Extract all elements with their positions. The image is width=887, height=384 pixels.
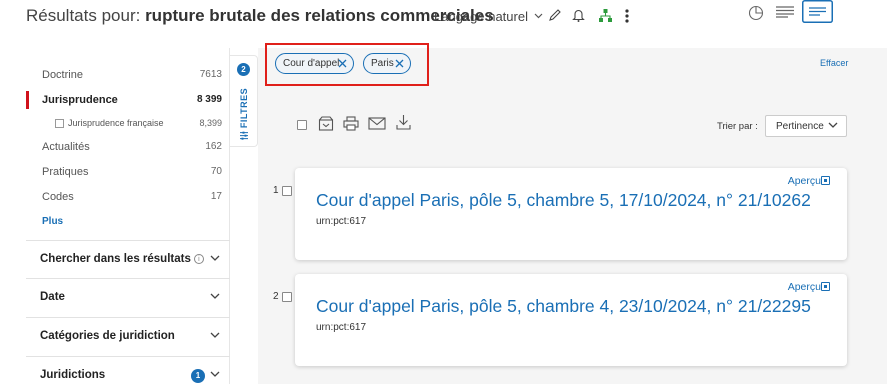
list-view-icon[interactable] bbox=[775, 6, 795, 18]
category-count: 162 bbox=[205, 141, 222, 152]
category-codes[interactable]: Codes 17 bbox=[26, 185, 230, 210]
category-label: Doctrine bbox=[42, 69, 83, 81]
select-all-checkbox[interactable] bbox=[297, 120, 307, 130]
facet-date[interactable]: Date bbox=[26, 278, 230, 316]
chevron-down-icon bbox=[210, 255, 220, 261]
chip-label: Cour d'appel bbox=[283, 58, 340, 69]
result-title[interactable]: Cour d'appel Paris, pôle 5, chambre 4, 2… bbox=[316, 296, 811, 317]
archive-icon[interactable] bbox=[318, 116, 334, 131]
category-count: 17 bbox=[210, 191, 222, 202]
result-checkbox[interactable] bbox=[282, 186, 292, 196]
card-view-icon[interactable] bbox=[802, 0, 833, 23]
more-categories-link[interactable]: Plus bbox=[26, 210, 230, 235]
chevron-down-icon bbox=[534, 13, 543, 19]
filters-count-badge: 2 bbox=[237, 63, 250, 76]
category-count: 7613 bbox=[199, 69, 222, 80]
sort-value: Pertinence bbox=[776, 121, 824, 132]
more-label: Plus bbox=[42, 216, 64, 227]
title-prefix: Résultats pour: bbox=[26, 6, 146, 25]
filters-tab-label: FILTRES bbox=[239, 88, 249, 140]
info-icon: i bbox=[193, 254, 204, 264]
facet-count-badge: 1 bbox=[191, 369, 205, 383]
close-icon[interactable] bbox=[337, 58, 348, 69]
search-mode-dropdown[interactable]: Langage naturel bbox=[434, 9, 543, 24]
subcategory-jurisprudence-francaise[interactable]: Jurisprudence française 8,399 bbox=[26, 113, 230, 135]
category-list: Doctrine 7613 Jurisprudence 8 399 Jurisp… bbox=[26, 63, 230, 235]
download-icon[interactable] bbox=[396, 114, 411, 130]
facet-jurisdictions[interactable]: Juridictions 1 bbox=[26, 356, 230, 384]
category-label: Jurisprudence bbox=[42, 94, 118, 106]
filters-tab-text: FILTRES bbox=[239, 87, 249, 129]
pencil-icon[interactable] bbox=[548, 8, 562, 22]
category-label: Actualités bbox=[42, 141, 90, 153]
mail-icon[interactable] bbox=[368, 117, 386, 130]
more-vertical-icon[interactable] bbox=[624, 8, 630, 24]
facet-label-text: Chercher dans les résultats bbox=[40, 253, 191, 265]
preview-link[interactable]: Aperçu bbox=[788, 175, 821, 187]
filters-tab[interactable]: 2 FILTRES bbox=[230, 55, 258, 147]
print-icon[interactable] bbox=[343, 116, 359, 131]
chevron-down-icon bbox=[210, 371, 220, 377]
result-urn: urn:pct:617 bbox=[316, 216, 367, 227]
facet-label: Catégories de juridiction bbox=[40, 330, 175, 342]
category-label: Jurisprudence française bbox=[68, 118, 164, 128]
chevron-down-icon bbox=[828, 122, 838, 128]
chevron-down-icon bbox=[210, 293, 220, 299]
result-number: 1 bbox=[273, 185, 279, 196]
chevron-down-icon bbox=[210, 332, 220, 338]
category-pratiques[interactable]: Pratiques 70 bbox=[26, 160, 230, 185]
facet-label: Date bbox=[40, 291, 65, 303]
category-actualites[interactable]: Actualités 162 bbox=[26, 135, 230, 160]
facet-label: Juridictions bbox=[40, 369, 106, 381]
facet-jurisdiction-categories[interactable]: Catégories de juridiction bbox=[26, 317, 230, 355]
sort-label: Trier par : bbox=[717, 121, 758, 132]
search-mode-label: Langage naturel bbox=[434, 9, 528, 24]
chip-label: Paris bbox=[371, 58, 394, 69]
sort-select[interactable]: Pertinence bbox=[765, 115, 847, 137]
header: Résultats pour: rupture brutale des rela… bbox=[0, 0, 887, 48]
preview-icon[interactable] bbox=[821, 282, 830, 291]
preview-link[interactable]: Aperçu bbox=[788, 281, 821, 293]
close-icon[interactable] bbox=[394, 58, 405, 69]
hierarchy-icon[interactable] bbox=[598, 8, 613, 23]
category-count: 8 399 bbox=[196, 94, 222, 105]
result-card: Aperçu Cour d'appel Paris, pôle 5, chamb… bbox=[295, 274, 847, 366]
filter-chip-cour-dappel[interactable]: Cour d'appel bbox=[275, 53, 354, 74]
result-urn: urn:pct:617 bbox=[316, 322, 367, 333]
filter-sliders-icon bbox=[240, 131, 248, 140]
filter-chip-paris[interactable]: Paris bbox=[363, 53, 411, 74]
result-title[interactable]: Cour d'appel Paris, pôle 5, chambre 5, 1… bbox=[316, 190, 811, 211]
category-jurisprudence[interactable]: Jurisprudence 8 399 bbox=[26, 88, 230, 113]
result-checkbox[interactable] bbox=[282, 292, 292, 302]
page-title: Résultats pour: rupture brutale des rela… bbox=[26, 6, 494, 26]
bell-icon[interactable] bbox=[572, 8, 585, 23]
category-count: 8,399 bbox=[199, 118, 222, 128]
category-doctrine[interactable]: Doctrine 7613 bbox=[26, 63, 230, 88]
facets-sidebar: Doctrine 7613 Jurisprudence 8 399 Jurisp… bbox=[26, 48, 230, 384]
category-label: Codes bbox=[42, 191, 74, 203]
pie-chart-icon[interactable] bbox=[748, 5, 764, 21]
clear-filters-link[interactable]: Effacer bbox=[820, 58, 848, 68]
facet-search-within[interactable]: Chercher dans les résultats i bbox=[26, 240, 230, 278]
facet-label: Chercher dans les résultats i bbox=[40, 253, 204, 265]
subcategory-checkbox[interactable] bbox=[55, 119, 64, 128]
category-label: Pratiques bbox=[42, 166, 89, 178]
preview-icon[interactable] bbox=[821, 176, 830, 185]
category-count: 70 bbox=[210, 166, 222, 177]
result-number: 2 bbox=[273, 291, 279, 302]
result-card: Aperçu Cour d'appel Paris, pôle 5, chamb… bbox=[295, 168, 847, 260]
